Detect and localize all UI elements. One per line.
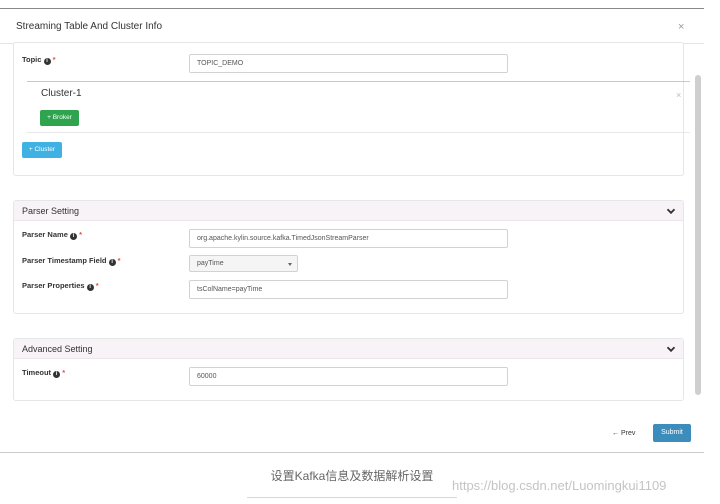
- topic-input[interactable]: TOPIC_DEMO: [189, 54, 508, 73]
- info-icon: i: [86, 284, 94, 291]
- info-icon: i: [53, 371, 61, 378]
- watermark-text: https://blog.csdn.net/Luomingkui1109: [452, 478, 667, 493]
- footer-divider: [0, 452, 704, 453]
- parser-timestamp-value: payTime: [197, 260, 224, 267]
- caption-underline: [247, 497, 457, 498]
- parser-setting-panel: Parser Setting Parser Name i * org.apach…: [13, 200, 684, 314]
- cluster-item: Cluster-1 × + Broker: [27, 81, 690, 133]
- cluster-title: Cluster-1: [41, 88, 82, 99]
- required-mark: *: [117, 256, 121, 265]
- parser-name-input[interactable]: org.apache.kylin.source.kafka.TimedJsonS…: [189, 229, 508, 248]
- modal-title: Streaming Table And Cluster Info: [16, 21, 163, 32]
- parser-name-label: Parser Name i *: [22, 230, 82, 240]
- chevron-down-icon[interactable]: [666, 206, 676, 216]
- remove-cluster-icon[interactable]: ×: [676, 90, 681, 100]
- timeout-input[interactable]: 60000: [189, 367, 508, 386]
- modal-header: Streaming Table And Cluster Info ×: [0, 9, 704, 44]
- required-mark: *: [95, 281, 99, 290]
- caret-down-icon: [288, 263, 292, 266]
- info-icon: i: [43, 58, 51, 65]
- timeout-label: Timeout i *: [22, 368, 66, 378]
- prev-button[interactable]: ← Prev: [612, 427, 646, 441]
- modal-close-button[interactable]: ×: [678, 21, 684, 33]
- advanced-setting-title: Advanced Setting: [22, 344, 93, 354]
- parser-timestamp-label: Parser Timestamp Field i *: [22, 256, 121, 266]
- submit-button[interactable]: Submit: [653, 424, 691, 442]
- topic-label: Topic i *: [22, 55, 56, 65]
- parser-setting-header[interactable]: Parser Setting: [14, 201, 683, 221]
- chevron-down-icon[interactable]: [666, 344, 676, 354]
- parser-properties-input[interactable]: tsColName=payTime: [189, 280, 508, 299]
- info-icon: i: [108, 259, 116, 266]
- required-mark: *: [52, 55, 56, 64]
- required-mark: *: [62, 368, 66, 377]
- parser-properties-label: Parser Properties i *: [22, 281, 99, 291]
- parser-setting-title: Parser Setting: [22, 206, 80, 216]
- required-mark: *: [79, 230, 82, 239]
- info-icon: i: [69, 233, 77, 240]
- modal-body: Topic i * TOPIC_DEMO Cluster-1 × + Broke…: [0, 42, 704, 452]
- prev-button-label: Prev: [620, 430, 636, 437]
- topic-cluster-panel: Topic i * TOPIC_DEMO Cluster-1 × + Broke…: [13, 42, 690, 176]
- arrow-left-icon: ←: [612, 430, 619, 437]
- advanced-setting-header[interactable]: Advanced Setting: [14, 339, 683, 359]
- parser-timestamp-select[interactable]: payTime: [189, 255, 298, 272]
- add-cluster-button[interactable]: + Cluster: [22, 142, 62, 158]
- add-broker-button[interactable]: + Broker: [40, 110, 79, 126]
- vertical-scrollbar[interactable]: [695, 75, 701, 395]
- advanced-setting-panel: Advanced Setting Timeout i * 60000: [13, 338, 684, 401]
